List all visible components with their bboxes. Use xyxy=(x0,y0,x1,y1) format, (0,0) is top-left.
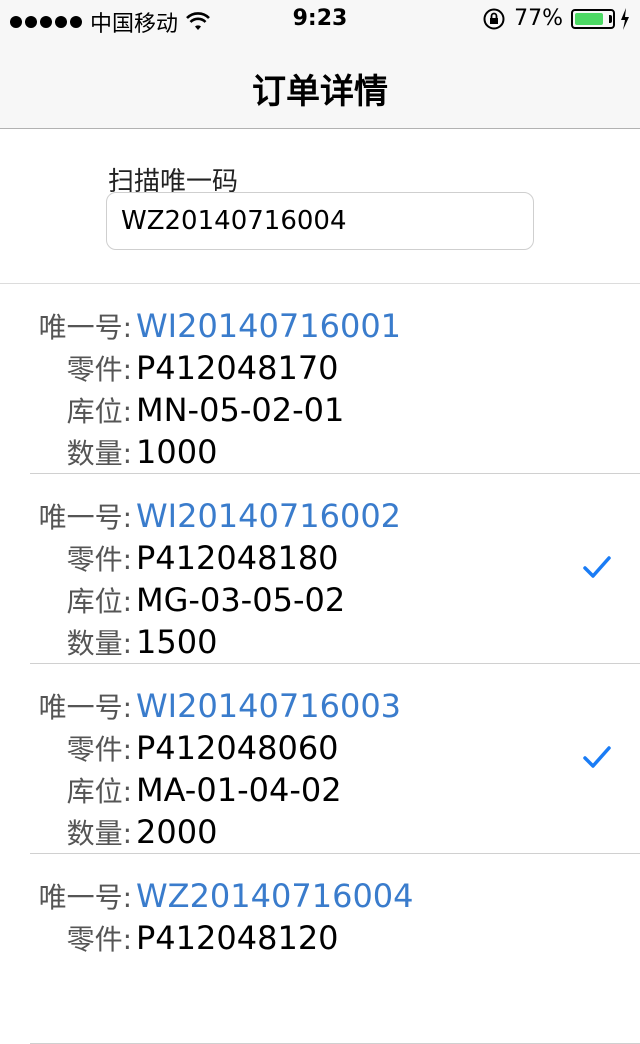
part-row: 零件: P412048180 xyxy=(0,538,339,578)
part-value: P412048120 xyxy=(136,919,339,957)
location-label: 库位: xyxy=(66,585,132,618)
battery-fill xyxy=(575,12,603,25)
order-list-item[interactable]: 唯一号: WI20140716002 零件: P412048180 库位: MG-03-0… xyxy=(0,474,640,664)
status-bar: 中国移动 9:23 77% xyxy=(0,0,640,40)
battery-percent: 77% xyxy=(514,6,563,31)
unique-row: 唯一号: WZ20140716004 xyxy=(0,876,414,916)
page-title: 订单详情 xyxy=(252,72,388,112)
unique-row: 唯一号: WI20140716001 xyxy=(0,306,401,346)
scan-code-input[interactable] xyxy=(106,192,534,250)
part-label: 零件: xyxy=(66,543,132,576)
location-row: 库位: MG-03-05-02 xyxy=(0,580,346,620)
unique-value[interactable]: WZ20140716004 xyxy=(136,877,414,915)
charging-icon xyxy=(621,7,629,30)
quantity-row: 数量: 1500 xyxy=(0,622,218,662)
unique-row: 唯一号: WI20140716002 xyxy=(0,496,401,536)
unique-label: 唯一号: xyxy=(38,501,132,534)
unique-label: 唯一号: xyxy=(38,311,132,344)
quantity-value: 1500 xyxy=(136,623,218,661)
location-row: 库位: MA-01-04-02 xyxy=(0,770,342,810)
quantity-label: 数量: xyxy=(66,437,132,470)
checkmark-icon xyxy=(583,556,611,578)
part-row: 零件: P412048060 xyxy=(0,728,339,768)
part-label: 零件: xyxy=(66,923,132,956)
order-list-item[interactable]: 唯一号: WI20140716001 零件: P412048170 库位: MN-05-0… xyxy=(0,284,640,474)
quantity-value: 2000 xyxy=(136,813,218,851)
order-list-item[interactable]: 唯一号: WI20140716003 零件: P412048060 库位: MA-01-0… xyxy=(0,664,640,854)
location-label: 库位: xyxy=(66,395,132,428)
scan-section: 扫描唯一码 xyxy=(0,129,640,284)
location-label: 库位: xyxy=(66,775,132,808)
battery-icon xyxy=(571,8,615,29)
rotation-lock-icon xyxy=(483,8,505,29)
part-row: 零件: P412048120 xyxy=(0,918,339,958)
quantity-row: 数量: 2000 xyxy=(0,812,218,852)
quantity-value: 1000 xyxy=(136,433,218,471)
location-value: MA-01-04-02 xyxy=(136,771,342,809)
checkmark-icon xyxy=(583,746,611,768)
navigation-bar: 订单详情 xyxy=(0,40,640,129)
quantity-label: 数量: xyxy=(66,627,132,660)
quantity-row: 数量: 1000 xyxy=(0,432,218,472)
unique-value[interactable]: WI20140716001 xyxy=(136,307,401,345)
unique-row: 唯一号: WI20140716003 xyxy=(0,686,401,726)
unique-label: 唯一号: xyxy=(38,691,132,724)
part-value: P412048060 xyxy=(136,729,339,767)
unique-label: 唯一号: xyxy=(38,881,132,914)
location-value: MN-05-02-01 xyxy=(136,391,345,429)
part-value: P412048180 xyxy=(136,539,339,577)
part-value: P412048170 xyxy=(136,349,339,387)
part-label: 零件: xyxy=(66,353,132,386)
status-right: 77% xyxy=(482,6,630,31)
part-label: 零件: xyxy=(66,733,132,766)
order-list-item[interactable]: 唯一号: WZ20140716004 零件: P412048120 xyxy=(0,854,640,1044)
part-row: 零件: P412048170 xyxy=(0,348,339,388)
location-value: MG-03-05-02 xyxy=(136,581,346,619)
unique-value[interactable]: WI20140716003 xyxy=(136,687,401,725)
quantity-label: 数量: xyxy=(66,817,132,850)
order-item-list: 唯一号: WI20140716001 零件: P412048170 库位: MN-05-0… xyxy=(0,284,640,1044)
location-row: 库位: MN-05-02-01 xyxy=(0,390,345,430)
unique-value[interactable]: WI20140716002 xyxy=(136,497,401,535)
